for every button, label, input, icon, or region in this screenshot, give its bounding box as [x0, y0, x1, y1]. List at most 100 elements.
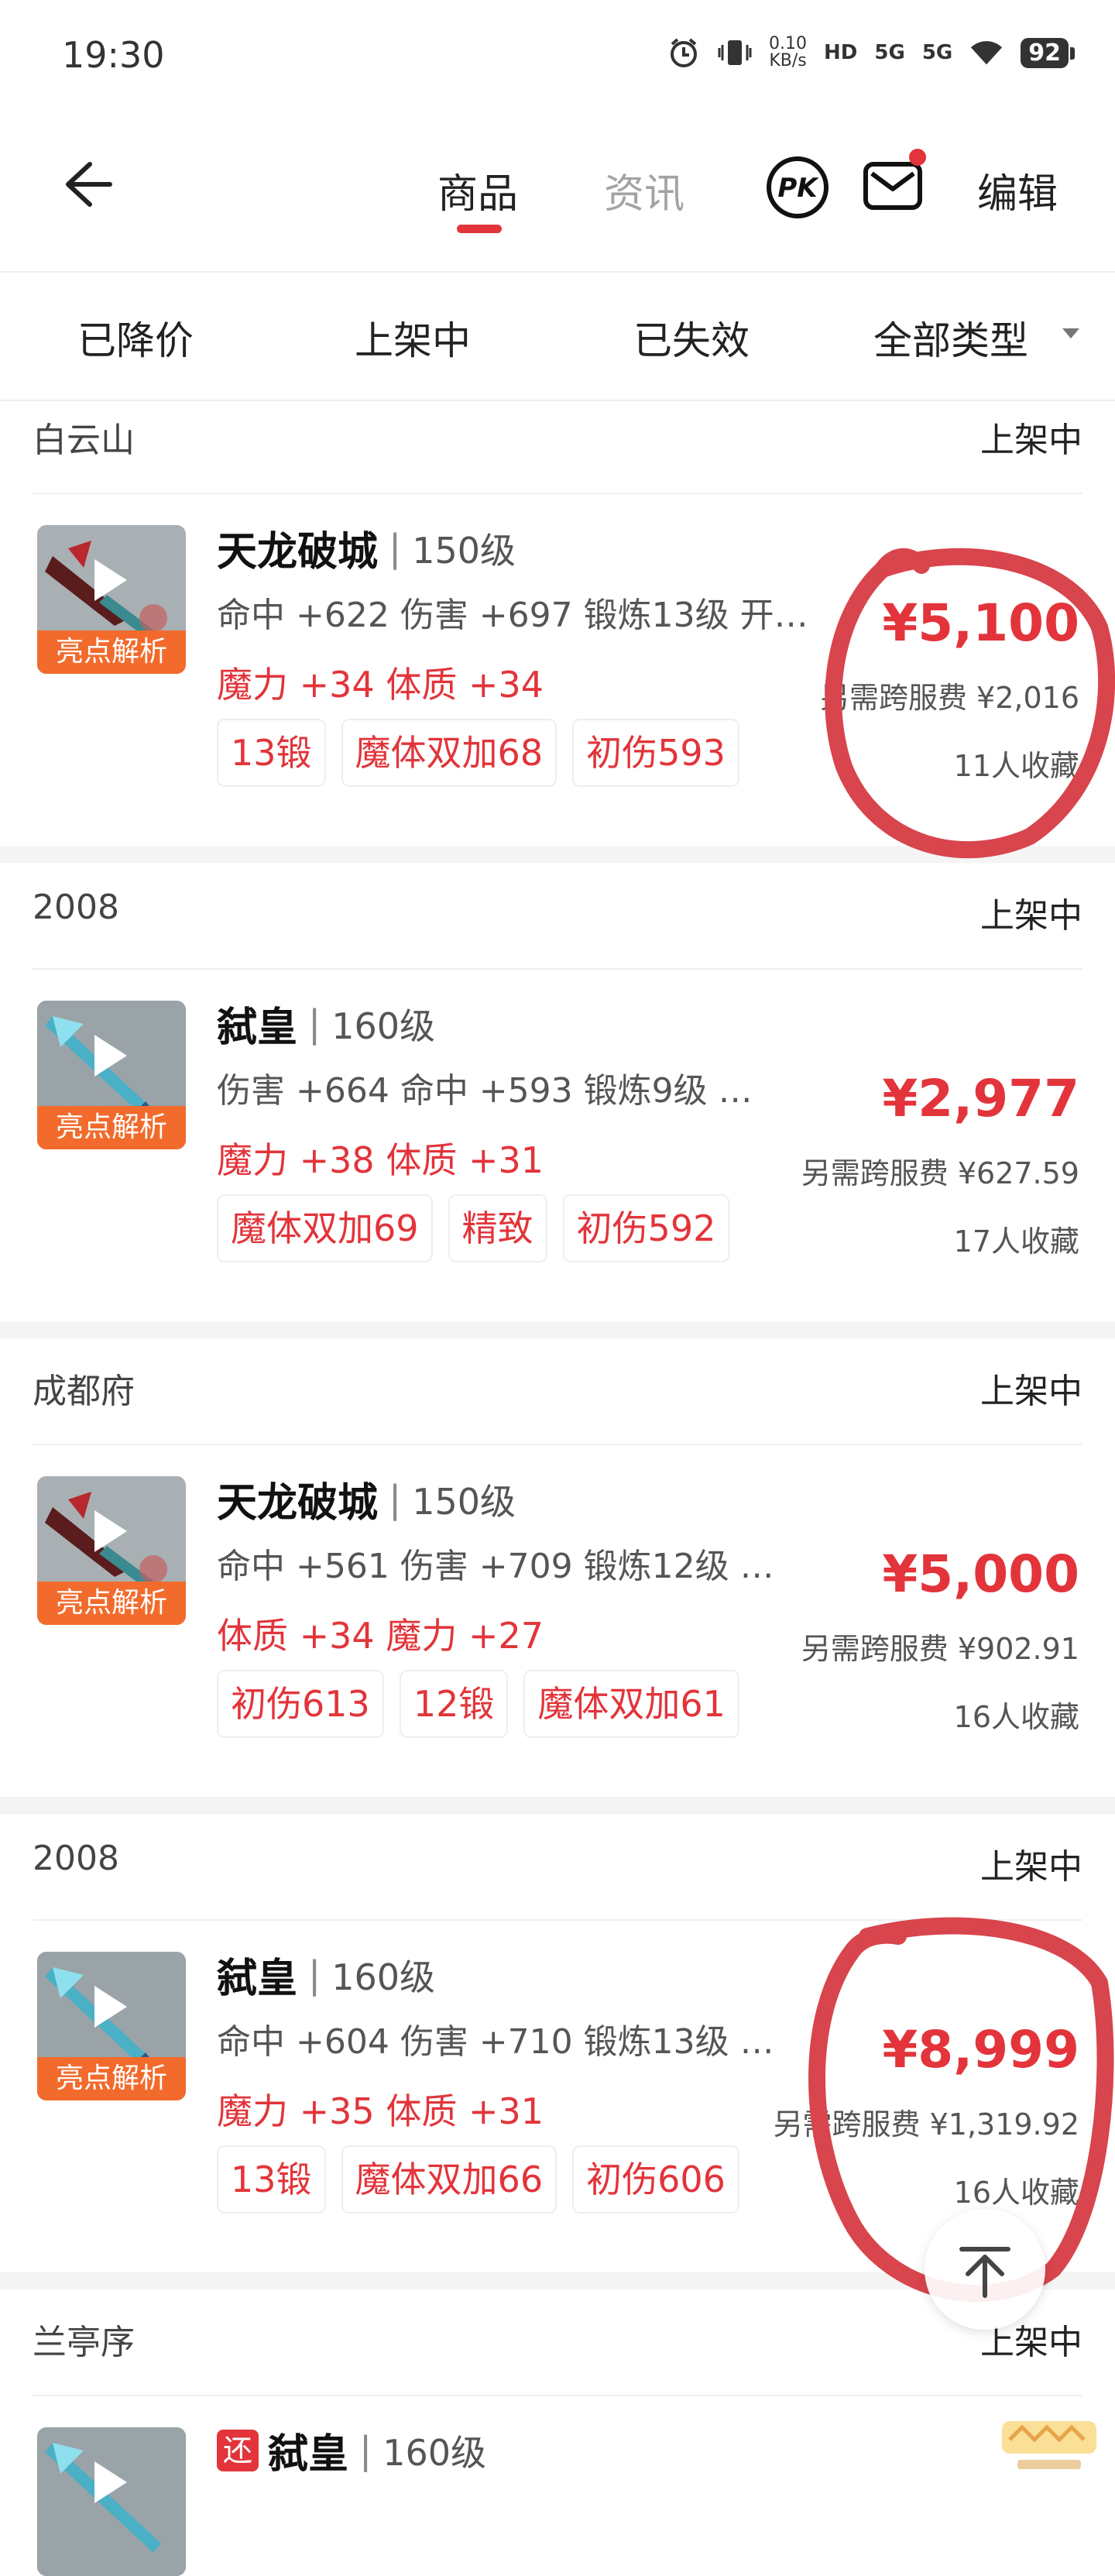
- tab-goods[interactable]: 商品: [437, 161, 518, 219]
- scroll-to-top-button[interactable]: [925, 2209, 1045, 2330]
- play-icon: [94, 559, 127, 601]
- server-name: 成都府: [33, 1372, 135, 1411]
- unread-dot: [909, 149, 926, 166]
- tag-list: 初伤613 12锻 魔体双加61: [217, 1670, 739, 1738]
- listing-status: 上架中: [980, 1372, 1082, 1411]
- item-stats: 命中 +561 伤害 +709 锻炼12级 …: [217, 1547, 774, 1586]
- filter-on-sale[interactable]: 上架中: [355, 310, 471, 366]
- wifi-icon: [969, 37, 1004, 68]
- refund-badge: 还: [217, 2429, 259, 2471]
- filter-expired[interactable]: 已失效: [633, 310, 750, 366]
- item-title-row: 弑皇 | 160级: [217, 994, 435, 1053]
- separator: |: [389, 526, 402, 570]
- item-level: 150级: [412, 1480, 516, 1523]
- tag: 初伤613: [217, 1670, 384, 1738]
- filter-bar: 已降价 上架中 已失效 全部类型: [0, 273, 1115, 401]
- favorites-count: 17人收藏: [953, 1224, 1079, 1259]
- server-name: 兰亭序: [33, 2323, 135, 2362]
- status-icons: 0.10 KB/s HD 5G 5G 92: [667, 34, 1075, 70]
- listing-status: 上架中: [980, 1847, 1082, 1887]
- list-item[interactable]: 白云山 上架中 亮点解析 天龙破城 | 150级 命中 +622 伤害 +697…: [0, 401, 1115, 846]
- divider: [33, 2395, 1082, 2396]
- status-bar: 19:30 0.10 KB/s HD 5G 5G 92: [0, 0, 1115, 116]
- item-level: 160级: [331, 1956, 435, 1998]
- favorites-count: 16人收藏: [953, 2176, 1079, 2210]
- item-level: 160级: [383, 2431, 486, 2474]
- cross-server-fee: 另需跨服费 ¥1,319.92: [773, 2107, 1079, 2142]
- pk-button[interactable]: PK: [765, 155, 830, 220]
- chevron-down-icon: [1062, 328, 1079, 338]
- separator: |: [389, 1477, 402, 1521]
- tag: 13锻: [217, 719, 326, 787]
- filter-all-types[interactable]: 全部类型: [873, 310, 1028, 366]
- item-name: 弑皇: [268, 2431, 349, 2478]
- item-title-row: 弑皇 | 160级: [217, 1946, 435, 2004]
- back-button[interactable]: [54, 153, 116, 215]
- item-thumbnail[interactable]: 亮点解析: [37, 1476, 186, 1625]
- item-name: 弑皇: [217, 1956, 298, 2002]
- item-thumbnail[interactable]: [37, 2427, 186, 2576]
- item-bonus: 魔力 +34 体质 +34: [217, 664, 544, 706]
- tag: 魔体双加66: [341, 2145, 558, 2214]
- list-item[interactable]: 成都府 上架中 亮点解析 天龙破城 | 150级 命中 +561 伤害 +709…: [0, 1352, 1115, 1797]
- highlight-analysis-label: 亮点解析: [37, 1106, 186, 1149]
- play-icon: [94, 1510, 127, 1552]
- item-thumbnail[interactable]: 亮点解析: [37, 1001, 186, 1149]
- item-stats: 命中 +604 伤害 +710 锻炼13级 …: [217, 2022, 774, 2062]
- list-item[interactable]: 2008 上架中 亮点解析 弑皇 | 160级 伤害 +664 命中 +593 …: [0, 877, 1115, 1321]
- signal-5g-1: 5G: [874, 41, 905, 64]
- item-bonus: 体质 +34 魔力 +27: [217, 1615, 544, 1657]
- card-separator: [0, 1321, 1115, 1338]
- listing-status: 上架中: [980, 421, 1082, 460]
- edit-button[interactable]: 编辑: [977, 161, 1058, 219]
- item-stats: 伤害 +664 命中 +593 锻炼9级 …: [217, 1071, 753, 1111]
- item-stats: 命中 +622 伤害 +697 锻炼13级 开…: [217, 596, 808, 635]
- listing-status: 上架中: [980, 896, 1082, 936]
- item-bonus: 魔力 +35 体质 +31: [217, 2090, 544, 2132]
- arrow-left-icon: [66, 162, 112, 207]
- separator: |: [308, 1953, 321, 1997]
- status-time: 19:30: [62, 34, 165, 76]
- tag-list: 13锻 魔体双加68 初伤593: [217, 719, 739, 787]
- highlight-analysis-label: 亮点解析: [37, 1582, 186, 1625]
- server-name: 2008: [33, 888, 119, 927]
- item-title-row: 天龙破城 | 150级: [217, 1470, 516, 1528]
- filter-price-reduced[interactable]: 已降价: [77, 310, 194, 366]
- svg-text:PK: PK: [777, 173, 819, 204]
- active-tab-indicator: [457, 225, 502, 233]
- item-name: 弑皇: [217, 1005, 298, 1051]
- tag: 初伤592: [562, 1194, 730, 1262]
- play-icon: [94, 1986, 127, 2028]
- item-title-row: 还 弑皇 | 160级: [217, 2421, 486, 2479]
- price: ¥8,999: [882, 2020, 1079, 2080]
- price: ¥5,000: [882, 1544, 1079, 1604]
- tag: 魔体双加69: [217, 1194, 433, 1262]
- tag-list: 13锻 魔体双加66 初伤606: [217, 2145, 739, 2214]
- favorites-count: 16人收藏: [953, 1700, 1079, 1734]
- list-item[interactable]: 2008 上架中 亮点解析 弑皇 | 160级 命中 +604 伤害 +710 …: [0, 1828, 1115, 2272]
- play-icon: [94, 1035, 127, 1077]
- item-name: 天龙破城: [217, 529, 379, 575]
- server-name: 2008: [33, 1839, 119, 1878]
- alarm-icon: [667, 37, 701, 68]
- item-thumbnail[interactable]: 亮点解析: [37, 525, 186, 674]
- cross-server-fee: 另需跨服费 ¥902.91: [801, 1632, 1079, 1666]
- card-separator: [0, 846, 1115, 863]
- favorites-count: 11人收藏: [953, 749, 1079, 783]
- tag: 12锻: [399, 1670, 509, 1738]
- separator: |: [359, 2428, 372, 2472]
- tag-list: 魔体双加69 精致 初伤592: [217, 1194, 730, 1262]
- network-speed: 0.10 KB/s: [769, 34, 808, 70]
- divider: [33, 968, 1082, 970]
- cross-server-fee: 另需跨服费 ¥2,016: [819, 681, 1079, 715]
- top-nav: 商品 资讯 PK 编辑: [0, 116, 1115, 273]
- tag: 初伤606: [572, 2145, 739, 2214]
- item-name: 天龙破城: [217, 1480, 379, 1527]
- divider: [33, 1444, 1082, 1445]
- divider: [33, 1919, 1082, 1921]
- watermark-logo: [1002, 2421, 1096, 2469]
- tab-news[interactable]: 资讯: [604, 161, 684, 219]
- battery-indicator: 92: [1021, 37, 1075, 68]
- highlight-analysis-label: 亮点解析: [37, 630, 186, 674]
- item-thumbnail[interactable]: 亮点解析: [37, 1952, 186, 2100]
